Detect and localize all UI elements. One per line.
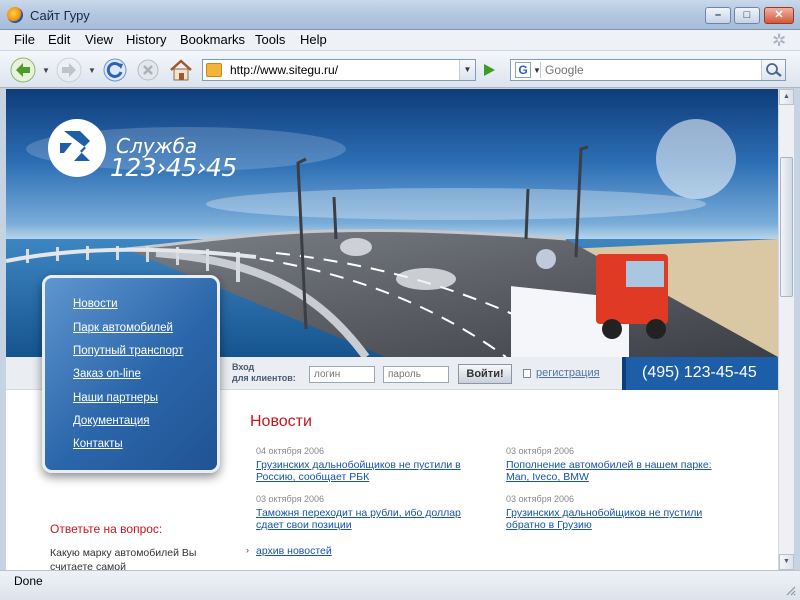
nav-link-shared-transport[interactable]: Попутный транспорт — [73, 345, 183, 357]
news-item: 03 октября 2006 Грузинских дальнобойщико… — [506, 494, 736, 531]
throbber-icon: ✲ — [772, 31, 787, 50]
resize-grip-icon[interactable] — [784, 584, 796, 596]
news-item: 03 октября 2006 Таможня переходит на руб… — [256, 494, 486, 531]
back-icon[interactable] — [10, 57, 36, 83]
nav-link-contacts[interactable]: Контакты — [73, 438, 123, 450]
search-input[interactable] — [545, 62, 755, 78]
news-date: 03 октября 2006 — [256, 494, 325, 504]
maximize-button[interactable]: □ — [734, 7, 760, 24]
company-logo-icon[interactable] — [46, 117, 108, 179]
menu-bar: File Edit View History Bookmarks Tools H… — [0, 30, 800, 51]
news-item: 03 октября 2006 Пополнение автомобилей в… — [506, 446, 736, 483]
search-engine-selector[interactable]: G ▼ — [513, 62, 541, 78]
minimize-icon: – — [714, 9, 722, 21]
menu-tools[interactable]: Tools — [255, 32, 285, 47]
url-bar[interactable]: http://www.sitegu.ru/ ▼ — [202, 59, 476, 81]
news-date: 03 октября 2006 — [506, 494, 575, 504]
site-navigation-panel: Новости Парк автомобилей Попутный трансп… — [42, 275, 220, 473]
password-input[interactable] — [383, 366, 449, 383]
poll-question: Какую марку автомобилей Вы считаете само… — [50, 547, 197, 570]
nav-link-partners[interactable]: Наши партнеры — [73, 392, 158, 404]
login-label-line1: Вход — [232, 362, 255, 372]
url-dropdown-icon[interactable]: ▼ — [459, 60, 475, 80]
nav-link-fleet[interactable]: Парк автомобилей — [73, 322, 173, 334]
login-label: Вход для клиентов: — [232, 362, 296, 384]
status-bar: Done — [0, 570, 800, 600]
news-link[interactable]: Таможня переходит на рубли, ибо доллар с… — [256, 507, 486, 531]
registration-icon — [523, 369, 531, 378]
forward-icon[interactable] — [56, 57, 82, 83]
login-input[interactable] — [309, 366, 375, 383]
back-history-icon[interactable]: ▼ — [42, 66, 50, 75]
maximize-icon: □ — [743, 9, 751, 21]
vertical-scrollbar[interactable]: ▲ ▼ — [778, 89, 794, 570]
home-icon[interactable] — [168, 57, 194, 83]
news-date: 04 октября 2006 — [256, 446, 325, 456]
poll-heading: Ответьте на вопрос: — [50, 522, 163, 536]
forward-history-icon[interactable]: ▼ — [88, 66, 96, 75]
news-archive-link[interactable]: архив новостей — [256, 545, 332, 557]
search-icon[interactable] — [761, 60, 785, 80]
close-icon: ✕ — [774, 9, 784, 21]
archive-arrow-icon: › — [246, 545, 249, 555]
close-button[interactable]: ✕ — [764, 7, 794, 24]
scroll-down-icon[interactable]: ▼ — [779, 554, 794, 570]
title-bar: Сайт Гуру – □ ✕ — [0, 0, 800, 30]
page-viewport: Служба 123›45›45 Вход для клиентов: Войт… — [6, 89, 778, 570]
login-label-line2: для клиентов: — [232, 373, 296, 383]
news-heading: Новости — [250, 413, 312, 430]
phone-box: (495) 123-45-45 — [622, 357, 778, 390]
google-icon: G — [515, 62, 531, 78]
go-icon[interactable] — [480, 61, 498, 79]
nav-link-news[interactable]: Новости — [73, 298, 118, 310]
nav-link-documents[interactable]: Документация — [73, 415, 150, 427]
menu-view[interactable]: View — [85, 32, 113, 47]
menu-file[interactable]: File — [14, 32, 35, 47]
navigation-toolbar: ▼ ▼ http://www.sitegu.ru/ ▼ G ▼ — [0, 51, 800, 88]
site-favicon-icon — [206, 63, 222, 77]
status-text: Done — [14, 574, 43, 588]
window-title: Сайт Гуру — [30, 8, 90, 23]
window-frame-right — [794, 89, 800, 570]
engine-dropdown-icon: ▼ — [533, 66, 541, 75]
nav-link-online-order[interactable]: Заказ on-line — [73, 368, 141, 380]
phone-number: (495) 123-45-45 — [642, 364, 757, 381]
news-link[interactable]: Пополнение автомобилей в нашем парке: Ma… — [506, 459, 736, 483]
firefox-icon — [7, 7, 23, 23]
menu-edit[interactable]: Edit — [48, 32, 70, 47]
minimize-button[interactable]: – — [705, 7, 731, 24]
news-link[interactable]: Грузинских дальнобойщиков не пустили обр… — [506, 507, 736, 531]
search-bar: G ▼ — [510, 59, 786, 81]
stop-icon[interactable] — [135, 57, 161, 83]
reload-icon[interactable] — [102, 57, 128, 83]
logo-text-number: 123›45›45 — [110, 153, 237, 182]
scroll-thumb[interactable] — [780, 157, 793, 297]
registration-link[interactable]: регистрация — [536, 367, 600, 379]
news-date: 03 октября 2006 — [506, 446, 575, 456]
login-button[interactable]: Войти! — [458, 364, 512, 384]
menu-history[interactable]: History — [126, 32, 166, 47]
scroll-up-icon[interactable]: ▲ — [779, 89, 794, 105]
menu-help[interactable]: Help — [300, 32, 327, 47]
news-link[interactable]: Грузинских дальнобойщиков не пустили в Р… — [256, 459, 486, 483]
news-item: 04 октября 2006 Грузинских дальнобойщико… — [256, 446, 486, 483]
menu-bookmarks[interactable]: Bookmarks — [180, 32, 245, 47]
url-text[interactable]: http://www.sitegu.ru/ — [230, 63, 338, 77]
